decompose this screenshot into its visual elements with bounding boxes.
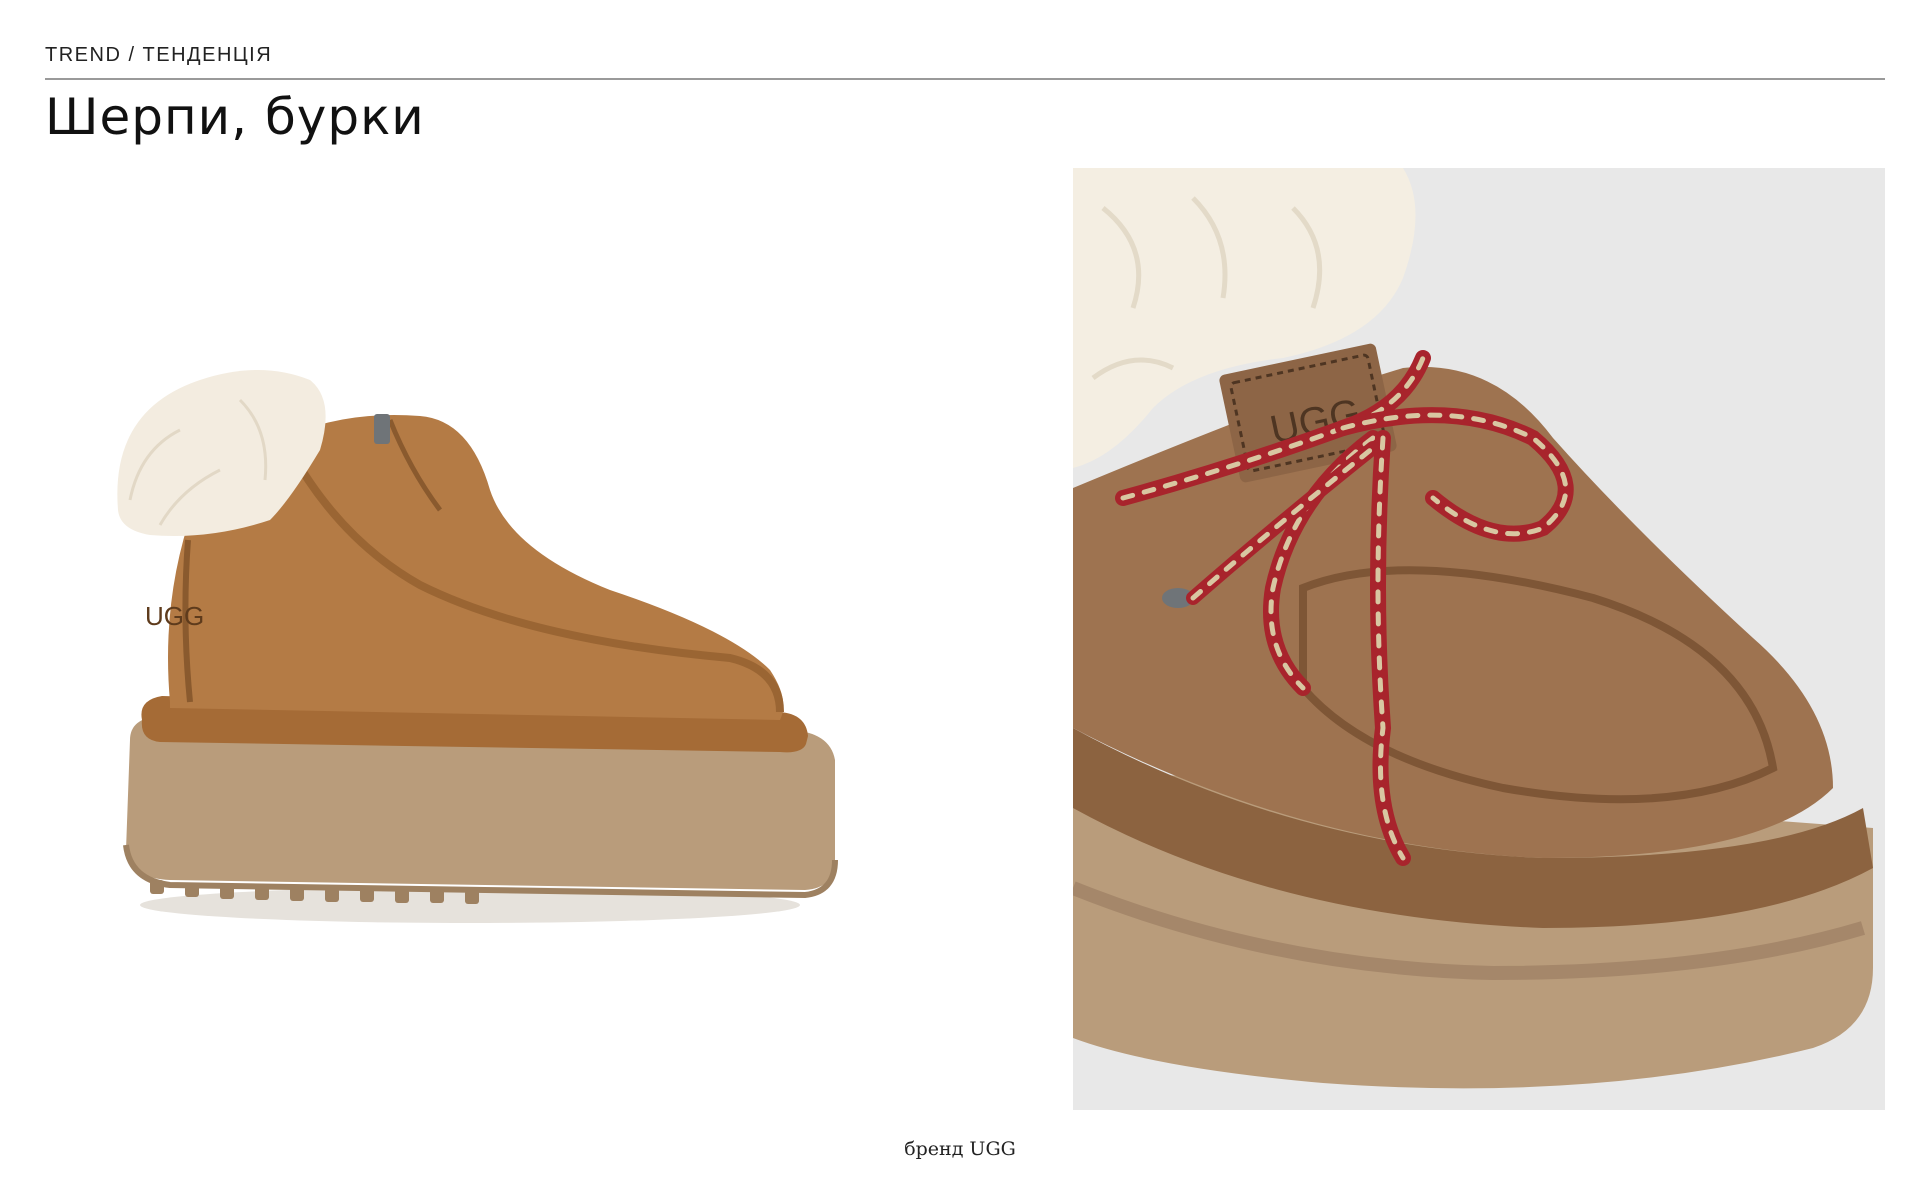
product-photo-lace-closeup: UGG — [1073, 168, 1885, 1110]
section-kicker: TREND / ТЕНДЕНЦІЯ — [45, 44, 273, 66]
product-photo-zip-boot: UGG — [90, 340, 880, 950]
brand-caption: бренд UGG — [904, 1138, 1016, 1160]
ugg-logo-mark: UGG — [145, 601, 204, 631]
header-divider — [45, 78, 1885, 80]
page-title: Шерпи, бурки — [45, 88, 425, 146]
